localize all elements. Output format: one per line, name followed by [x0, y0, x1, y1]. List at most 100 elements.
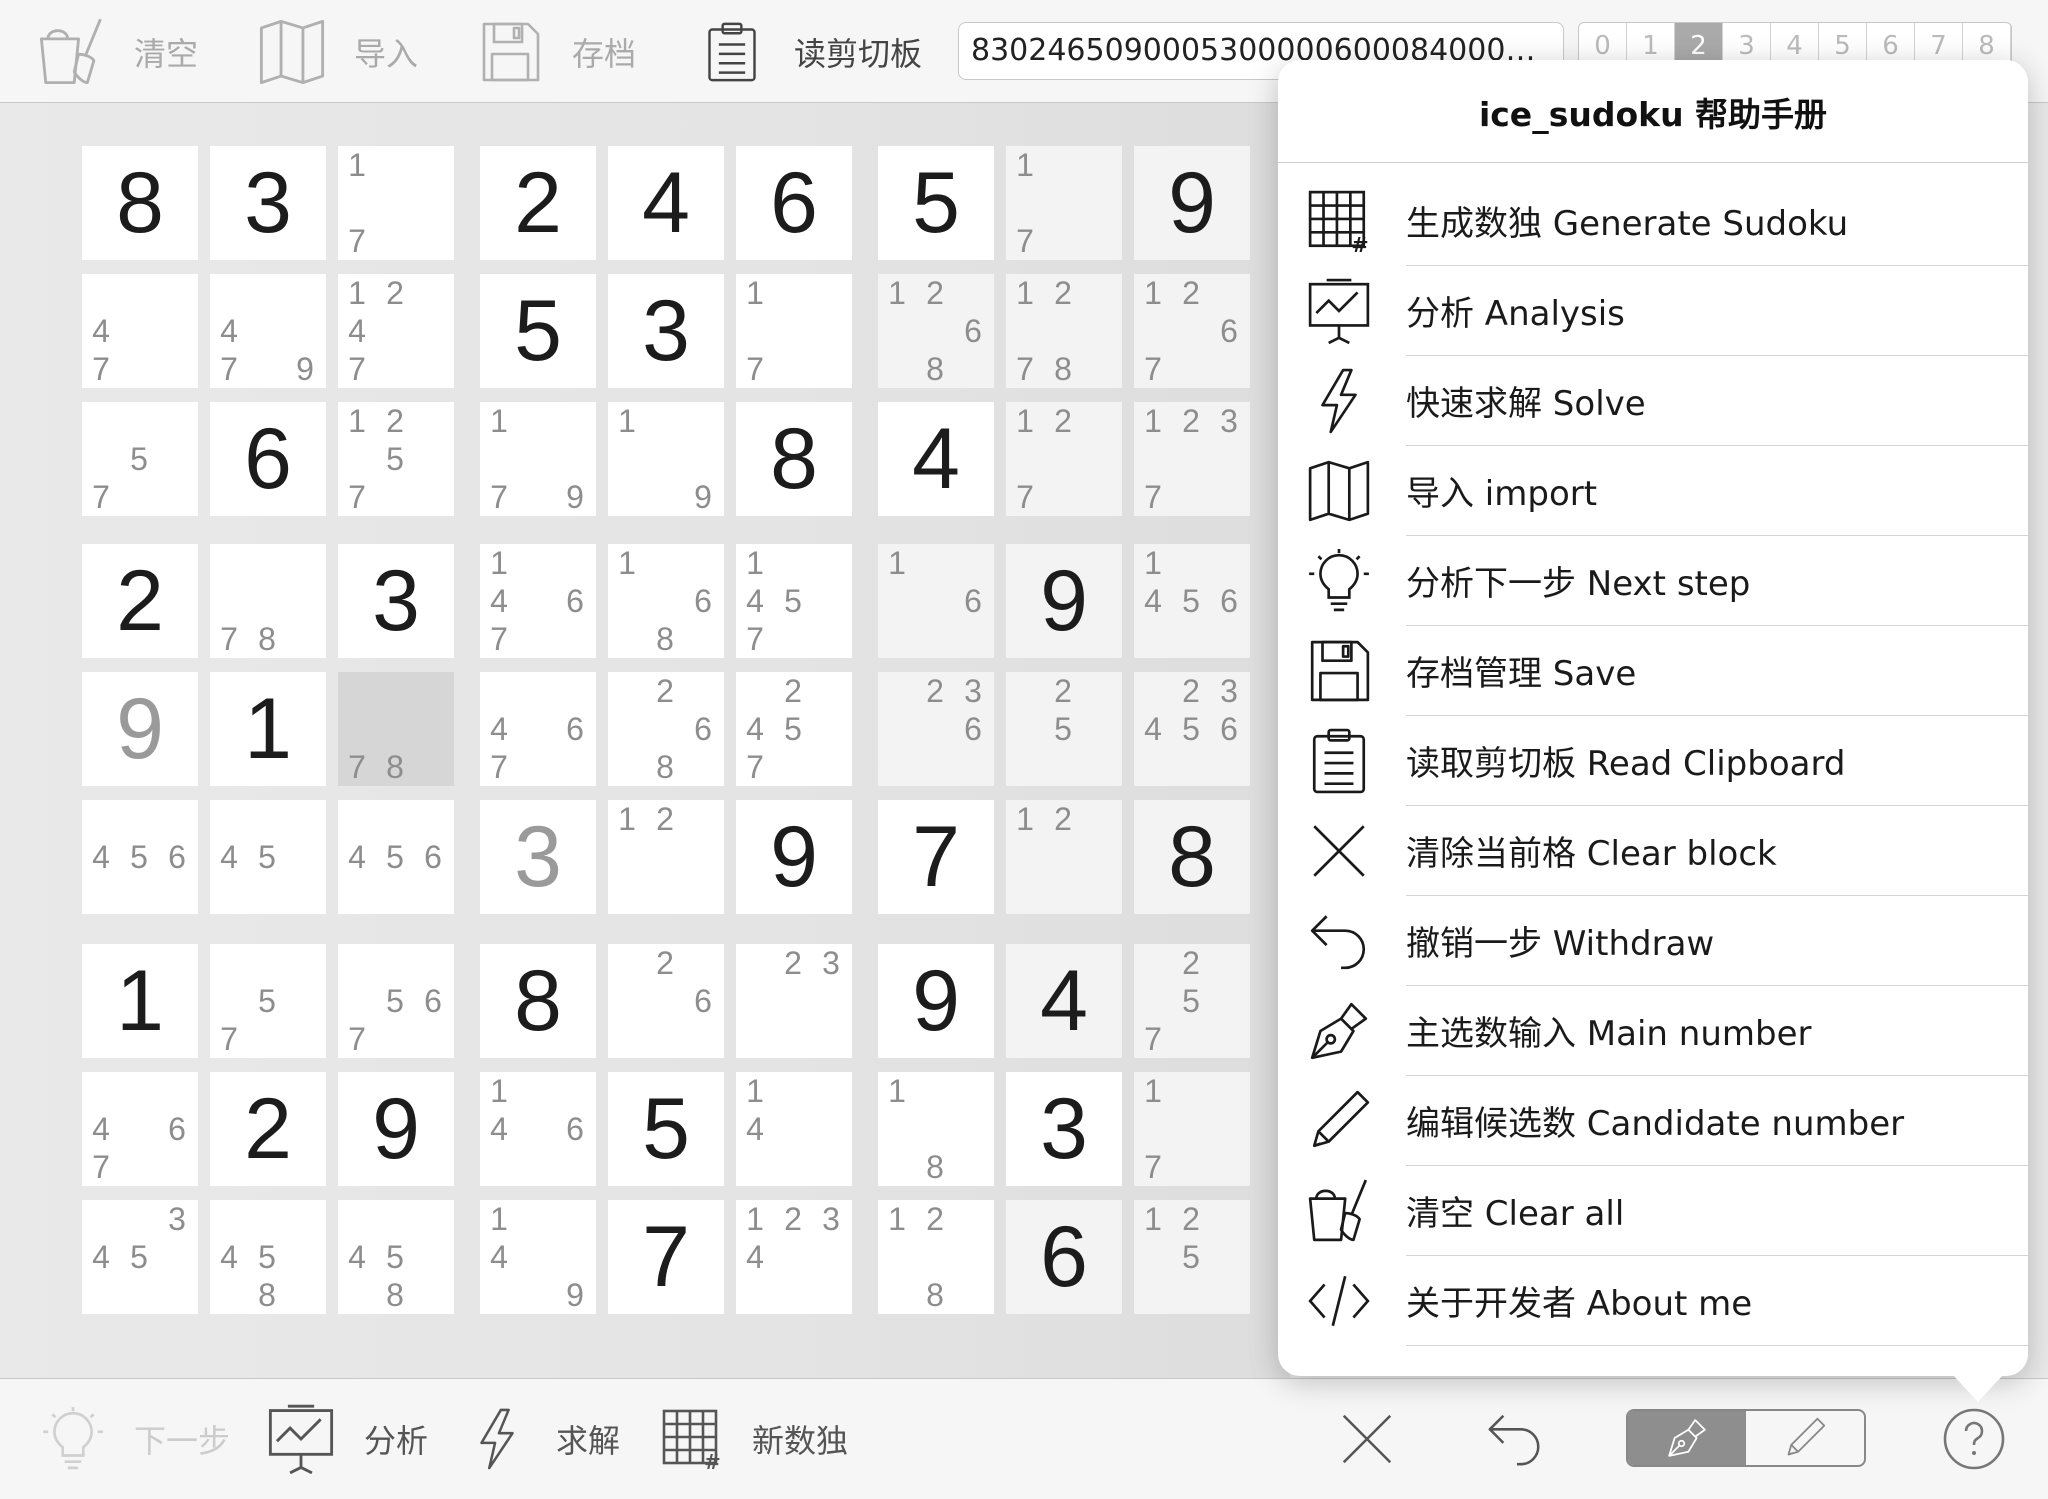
- sudoku-cell-r1c2[interactable]: 3: [210, 146, 326, 260]
- sudoku-cell-r2c8[interactable]: 12 78: [1006, 274, 1122, 388]
- sudoku-cell-r8c9[interactable]: 17: [1134, 1072, 1250, 1186]
- analysis-button[interactable]: 分析: [266, 1401, 428, 1477]
- sudoku-cell-r7c8[interactable]: 4: [1006, 944, 1122, 1058]
- sudoku-cell-r3c9[interactable]: 123 7: [1134, 402, 1250, 516]
- help-button[interactable]: [1942, 1401, 2006, 1477]
- solve-button[interactable]: 求解: [466, 1401, 620, 1477]
- help-item-clipboard[interactable]: 读取剪切板 Read Clipboard: [1278, 716, 2028, 806]
- input-mode-toggle[interactable]: [1626, 1409, 1866, 1467]
- help-item-lightning[interactable]: 快速求解 Solve: [1278, 356, 2028, 446]
- sudoku-cell-r6c7[interactable]: 7: [878, 800, 994, 914]
- sudoku-cell-r2c6[interactable]: 17: [736, 274, 852, 388]
- sudoku-cell-r7c2[interactable]: 57: [210, 944, 326, 1058]
- candidate-mode[interactable]: [1746, 1411, 1864, 1465]
- clear-all-button[interactable]: 清空: [36, 14, 198, 90]
- clear-block-button[interactable]: [1336, 1401, 1398, 1477]
- sudoku-cell-r9c1[interactable]: 3 45: [82, 1200, 198, 1314]
- undo-button[interactable]: [1484, 1401, 1546, 1477]
- sudoku-cell-r3c1[interactable]: 57: [82, 402, 198, 516]
- sudoku-cell-r4c8[interactable]: 9: [1006, 544, 1122, 658]
- sudoku-cell-r5c9[interactable]: 23 456: [1134, 672, 1250, 786]
- sudoku-cell-r1c6[interactable]: 6: [736, 146, 852, 260]
- sudoku-cell-r1c7[interactable]: 5: [878, 146, 994, 260]
- sudoku-cell-r6c8[interactable]: 12: [1006, 800, 1122, 914]
- help-item-lightbulb[interactable]: 分析下一步 Next step: [1278, 536, 2028, 626]
- sudoku-cell-r9c2[interactable]: 458: [210, 1200, 326, 1314]
- sudoku-cell-r2c7[interactable]: 1268: [878, 274, 994, 388]
- sudoku-cell-r9c5[interactable]: 7: [608, 1200, 724, 1314]
- sudoku-cell-r9c8[interactable]: 6: [1006, 1200, 1122, 1314]
- sudoku-cell-r6c4[interactable]: 3: [480, 800, 596, 914]
- sudoku-cell-r8c1[interactable]: 4 6 7: [82, 1072, 198, 1186]
- sudoku-cell-r8c6[interactable]: 14: [736, 1072, 852, 1186]
- sudoku-cell-r5c4[interactable]: 4 6 7: [480, 672, 596, 786]
- sudoku-cell-r8c5[interactable]: 5: [608, 1072, 724, 1186]
- sudoku-cell-r2c5[interactable]: 3: [608, 274, 724, 388]
- sudoku-cell-r4c2[interactable]: 78: [210, 544, 326, 658]
- help-item-map[interactable]: 导入 import: [1278, 446, 2028, 536]
- sudoku-cell-r2c3[interactable]: 1247: [338, 274, 454, 388]
- sudoku-cell-r3c8[interactable]: 12 7: [1006, 402, 1122, 516]
- sudoku-cell-r5c1[interactable]: 9: [82, 672, 198, 786]
- sudoku-cell-r4c4[interactable]: 14 6 7: [480, 544, 596, 658]
- sudoku-cell-r8c2[interactable]: 2: [210, 1072, 326, 1186]
- sudoku-cell-r5c3[interactable]: 78: [338, 672, 454, 786]
- sudoku-cell-r4c6[interactable]: 1457: [736, 544, 852, 658]
- next-step-button[interactable]: 下一步: [40, 1401, 230, 1477]
- sudoku-cell-r7c5[interactable]: 26: [608, 944, 724, 1058]
- sudoku-cell-r3c4[interactable]: 1 7 9: [480, 402, 596, 516]
- sudoku-cell-r6c1[interactable]: 456: [82, 800, 198, 914]
- sudoku-cell-r1c4[interactable]: 2: [480, 146, 596, 260]
- sudoku-cell-r6c3[interactable]: 456: [338, 800, 454, 914]
- sudoku-cell-r3c6[interactable]: 8: [736, 402, 852, 516]
- sudoku-cell-r7c9[interactable]: 257: [1134, 944, 1250, 1058]
- help-item-chart-board[interactable]: 分析 Analysis: [1278, 266, 2028, 356]
- sudoku-cell-r2c2[interactable]: 47 9: [210, 274, 326, 388]
- sudoku-cell-r7c1[interactable]: 1: [82, 944, 198, 1058]
- sudoku-cell-r4c3[interactable]: 3: [338, 544, 454, 658]
- sudoku-cell-r9c4[interactable]: 14 9: [480, 1200, 596, 1314]
- sudoku-cell-r4c9[interactable]: 1456: [1134, 544, 1250, 658]
- sudoku-cell-r8c8[interactable]: 3: [1006, 1072, 1122, 1186]
- sudoku-cell-r1c9[interactable]: 9: [1134, 146, 1250, 260]
- sudoku-cell-r7c6[interactable]: 23: [736, 944, 852, 1058]
- sudoku-cell-r4c1[interactable]: 2: [82, 544, 198, 658]
- help-item-broom-bucket[interactable]: 清空 Clear all: [1278, 1166, 2028, 1256]
- help-item-grid-hash[interactable]: 生成数独 Generate Sudoku: [1278, 176, 2028, 266]
- sudoku-cell-r9c6[interactable]: 123 4: [736, 1200, 852, 1314]
- help-item-close[interactable]: 清除当前格 Clear block: [1278, 806, 2028, 896]
- sudoku-cell-r9c3[interactable]: 458: [338, 1200, 454, 1314]
- sudoku-cell-r4c7[interactable]: 16: [878, 544, 994, 658]
- sudoku-cell-r3c7[interactable]: 4: [878, 402, 994, 516]
- sudoku-cell-r9c7[interactable]: 12 8: [878, 1200, 994, 1314]
- sudoku-cell-r7c4[interactable]: 8: [480, 944, 596, 1058]
- sudoku-cell-r8c3[interactable]: 9: [338, 1072, 454, 1186]
- help-item-pen[interactable]: 主选数输入 Main number: [1278, 986, 2028, 1076]
- help-item-floppy[interactable]: 存档管理 Save: [1278, 626, 2028, 716]
- sudoku-cell-r1c1[interactable]: 8: [82, 146, 198, 260]
- sudoku-cell-r5c2[interactable]: 1: [210, 672, 326, 786]
- sudoku-cell-r1c5[interactable]: 4: [608, 146, 724, 260]
- sudoku-cell-r1c3[interactable]: 17: [338, 146, 454, 260]
- sudoku-cell-r2c4[interactable]: 5: [480, 274, 596, 388]
- new-sudoku-button[interactable]: 新数独: [660, 1401, 848, 1477]
- help-item-pencil[interactable]: 编辑候选数 Candidate number: [1278, 1076, 2028, 1166]
- sudoku-cell-r5c7[interactable]: 236: [878, 672, 994, 786]
- sudoku-cell-r2c1[interactable]: 47: [82, 274, 198, 388]
- sudoku-cell-r8c4[interactable]: 14 6: [480, 1072, 596, 1186]
- sudoku-cell-r5c5[interactable]: 268: [608, 672, 724, 786]
- help-item-code[interactable]: 关于开发者 About me: [1278, 1256, 2028, 1346]
- sudoku-cell-r5c6[interactable]: 2457: [736, 672, 852, 786]
- sudoku-cell-r6c6[interactable]: 9: [736, 800, 852, 914]
- sudoku-cell-r3c3[interactable]: 1257: [338, 402, 454, 516]
- sudoku-cell-r2c9[interactable]: 126 7: [1134, 274, 1250, 388]
- sudoku-cell-r3c2[interactable]: 6: [210, 402, 326, 516]
- import-button[interactable]: 导入: [256, 14, 418, 90]
- sudoku-cell-r9c9[interactable]: 125: [1134, 1200, 1250, 1314]
- sudoku-cell-r4c5[interactable]: 1 68: [608, 544, 724, 658]
- sudoku-cell-r6c2[interactable]: 45: [210, 800, 326, 914]
- main-number-mode[interactable]: [1628, 1411, 1746, 1465]
- save-button[interactable]: 存档: [474, 14, 636, 90]
- sudoku-cell-r7c7[interactable]: 9: [878, 944, 994, 1058]
- sudoku-cell-r3c5[interactable]: 19: [608, 402, 724, 516]
